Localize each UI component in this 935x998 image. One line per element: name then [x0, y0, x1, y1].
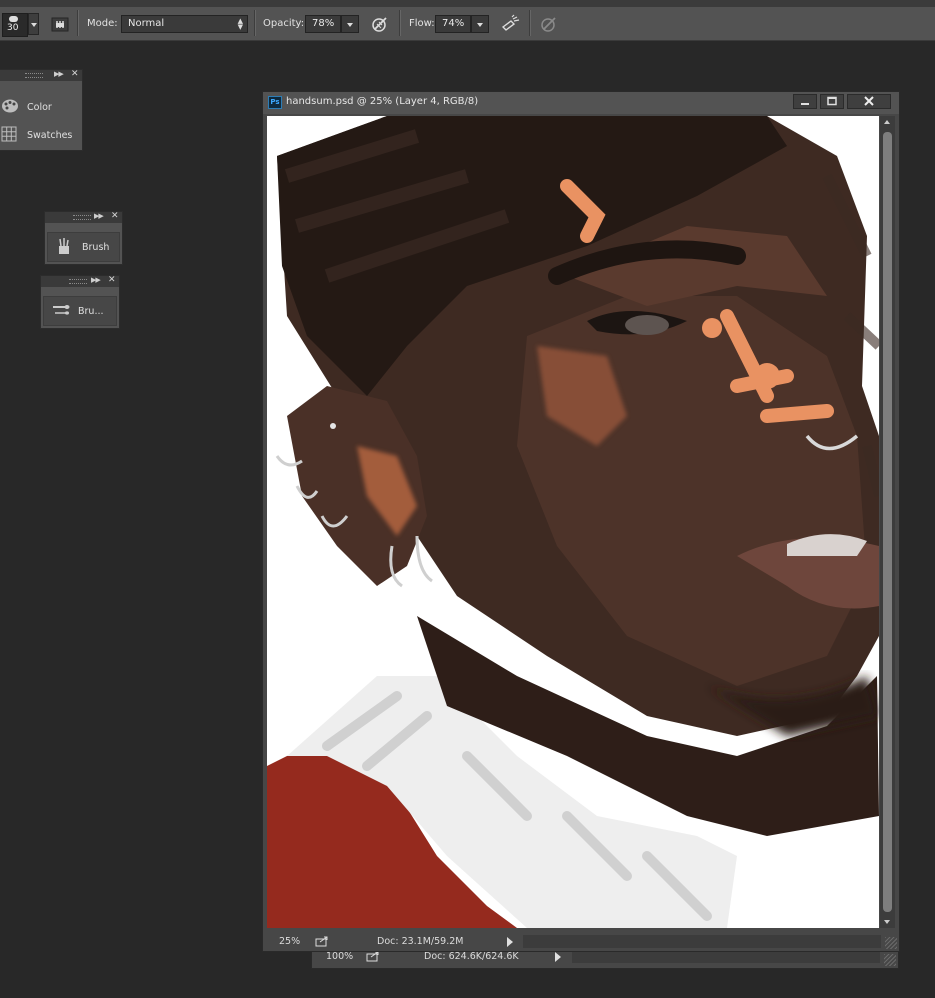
panel-grip [73, 215, 91, 220]
panel-item-label: Brush [82, 241, 110, 253]
document-window[interactable]: Ps handsum.psd @ 25% (Layer 4, RGB/8) 25… [262, 91, 900, 952]
mode-select[interactable]: Normal ▲ ▼ [121, 15, 248, 33]
horizontal-scrollbar[interactable] [523, 935, 881, 948]
brush-preset-dropdown[interactable] [28, 13, 39, 35]
mode-label: Mode: [87, 18, 118, 29]
separator [529, 10, 531, 36]
document-title-bar[interactable]: Ps handsum.psd @ 25% (Layer 4, RGB/8) [263, 92, 899, 114]
brush-panel-toggle-icon[interactable] [49, 13, 71, 35]
panel-header[interactable]: ▶▶ ✕ [0, 69, 82, 81]
opacity-slider-dropdown[interactable] [341, 15, 359, 33]
share-icon[interactable] [315, 936, 329, 947]
panel-grip [69, 279, 87, 284]
panel-item-swatches[interactable]: Swatches [0, 122, 82, 148]
document-size[interactable]: Doc: 624.6K/624.6K [424, 951, 519, 962]
brush-preset-picker[interactable]: 30 [2, 13, 28, 37]
collapse-icon[interactable]: ▶▶ [54, 70, 64, 78]
select-arrows-icon: ▲ ▼ [237, 17, 243, 31]
opacity-label: Opacity: [263, 18, 305, 29]
airbrush-icon[interactable] [499, 13, 521, 35]
document-title: handsum.psd @ 25% (Layer 4, RGB/8) [286, 96, 479, 107]
brush-tip-icon [9, 16, 18, 22]
separator [399, 10, 401, 36]
collapse-icon[interactable]: ▶▶ [91, 276, 101, 284]
palette-icon [1, 98, 23, 117]
scroll-up-icon[interactable] [884, 120, 890, 124]
separator [77, 10, 79, 36]
document-canvas[interactable] [267, 116, 879, 928]
scroll-down-icon[interactable] [884, 920, 890, 924]
document-size[interactable]: Doc: 23.1M/59.2M [377, 936, 463, 947]
menu-bar-edge [0, 0, 935, 7]
minimize-button[interactable] [793, 94, 817, 109]
maximize-button[interactable] [820, 94, 844, 109]
mode-value: Normal [128, 18, 165, 29]
resize-grip[interactable] [884, 954, 896, 966]
flow-label: Flow: [409, 18, 435, 29]
portrait-painting [267, 116, 879, 928]
share-icon[interactable] [366, 951, 380, 962]
brush-panel: ▶▶ ✕ Brush [44, 211, 123, 265]
status-menu-arrow-icon[interactable] [555, 952, 561, 962]
status-menu-arrow-icon[interactable] [507, 937, 513, 947]
brush-presets-panel: ▶▶ ✕ Bru... [40, 275, 120, 329]
opacity-value: 78% [312, 18, 335, 29]
panel-header[interactable]: ▶▶ ✕ [45, 211, 122, 223]
flow-input[interactable]: 74% [435, 15, 471, 33]
vertical-scrollbar[interactable] [880, 116, 895, 928]
photoshop-logo-icon: Ps [268, 96, 282, 109]
close-button[interactable] [847, 94, 891, 109]
panel-item-label: Swatches [27, 129, 73, 141]
flow-value: 74% [442, 18, 465, 29]
separator [254, 10, 256, 36]
resize-grip[interactable] [885, 937, 897, 949]
pressure-opacity-icon[interactable] [369, 13, 391, 35]
close-icon[interactable]: ✕ [108, 275, 116, 285]
scrollbar-thumb[interactable] [883, 132, 892, 912]
brush-icon [56, 237, 76, 258]
zoom-level[interactable]: 25% [279, 936, 300, 947]
panel-item-color[interactable]: Color [0, 94, 82, 120]
pressure-size-icon[interactable] [538, 13, 560, 35]
close-icon[interactable]: ✕ [111, 211, 119, 221]
panel-item-brush[interactable]: Brush [47, 232, 120, 262]
collapse-icon[interactable]: ▶▶ [94, 212, 104, 220]
document-status-bar: 25% Doc: 23.1M/59.2M [263, 933, 899, 951]
panel-item-brush-presets[interactable]: Bru... [43, 296, 117, 326]
panel-item-label: Bru... [78, 305, 104, 317]
opacity-input[interactable]: 78% [305, 15, 341, 33]
panel-grip [25, 73, 43, 78]
options-bar: 30 Mode: Normal ▲ ▼ Opacity: 78% Flow: 74… [0, 0, 935, 41]
panel-header[interactable]: ▶▶ ✕ [41, 275, 119, 287]
brush-size-value: 30 [7, 23, 19, 33]
zoom-level[interactable]: 100% [326, 951, 353, 962]
brush-presets-icon [52, 303, 72, 320]
color-swatches-panel: ▶▶ ✕ Color Swatches [0, 69, 83, 151]
flow-slider-dropdown[interactable] [471, 15, 489, 33]
close-icon[interactable]: ✕ [71, 69, 79, 79]
swatches-grid-icon [1, 126, 23, 145]
panel-item-label: Color [27, 101, 52, 113]
